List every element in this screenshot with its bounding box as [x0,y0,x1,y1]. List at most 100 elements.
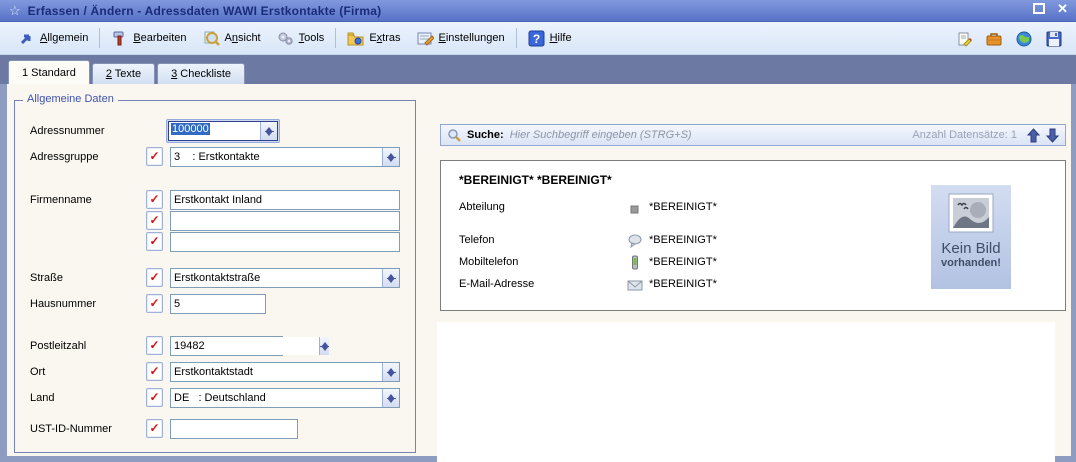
postleitzahl-field [170,336,283,356]
label-abteilung: Abteilung [459,200,505,215]
value-abteilung: *BEREINIGT* [649,200,717,215]
menu-item-hilfe[interactable]: ? Hilfe [520,26,580,50]
menu-item-einstellungen[interactable]: Einstellungen [409,26,513,50]
firmenname-input-3[interactable] [170,232,400,252]
search-label: Suche: [467,129,504,141]
favorite-star-icon[interactable]: ☆ [9,3,21,19]
firmenname-input-2[interactable] [170,211,400,231]
hausnummer-input[interactable] [170,294,266,314]
adressgruppe-spinner[interactable] [382,148,399,166]
hausnummer-check-icon[interactable]: ✓ [146,294,163,313]
adressgruppe-field [170,147,400,167]
folder-icon [347,30,364,47]
label-hausnummer: Hausnummer [30,294,96,314]
label-postleitzahl: Postleitzahl [30,336,86,356]
land-check-icon[interactable]: ✓ [146,388,163,407]
mobile-phone-icon [627,255,643,270]
previous-record-icon[interactable] [1027,128,1040,143]
ustid-input[interactable] [170,419,298,439]
settings-form-icon [417,30,434,47]
ustid-check-icon[interactable]: ✓ [146,419,163,438]
postleitzahl-spinner[interactable] [319,337,329,355]
tab-texte[interactable]: 2 Texte [92,63,155,84]
arrow-up-right-icon [18,30,35,47]
record-count: Anzahl Datensätze: 1 [912,129,1017,141]
firmenname2-check-icon[interactable]: ✓ [146,211,163,230]
svg-text:?: ? [532,32,539,46]
firmenname1-check-icon[interactable]: ✓ [146,190,163,209]
label-telefon: Telefon [459,233,494,248]
briefcase-icon[interactable] [986,31,1002,47]
window-title: Erfassen / Ändern - Adressdaten WAWI Ers… [28,4,382,18]
tab-strip: 1 Standard 2 Texte 3 Checkliste [0,55,1076,84]
adressnummer-input[interactable]: 100000 [169,122,260,140]
window-border-left [0,84,7,462]
postleitzahl-check-icon[interactable]: ✓ [146,336,163,355]
ort-spinner[interactable] [382,363,399,381]
value-mobiltelefon: *BEREINIGT* [649,255,717,270]
adressnummer-field[interactable]: 100000 [166,119,280,143]
strasse-input[interactable] [171,269,382,287]
next-record-icon[interactable] [1046,128,1059,143]
tab-checkliste[interactable]: 3 Checkliste [157,63,245,84]
menu-item-ansicht[interactable]: Ansicht [195,26,269,50]
label-strasse: Straße [30,268,63,288]
window-border-right [1071,84,1076,462]
postleitzahl-input[interactable] [171,337,319,355]
help-icon: ? [528,30,545,47]
menu-separator [516,28,517,48]
gears-icon [277,30,294,47]
land-field [170,388,400,408]
search-input[interactable] [510,129,907,141]
title-bar: ☆ Erfassen / Ändern - Adressdaten WAWI E… [0,0,1076,22]
picture-icon [948,193,994,233]
record-header: *BEREINIGT* *BEREINIGT* [459,173,612,187]
hammer-icon [111,30,128,47]
adressnummer-spinner[interactable] [260,122,277,140]
label-land: Land [30,388,54,408]
app-window: ☆ Erfassen / Ändern - Adressdaten WAWI E… [0,0,1076,462]
firmenname3-check-icon[interactable]: ✓ [146,232,163,251]
label-email: E-Mail-Adresse [459,277,534,292]
adressgruppe-input[interactable] [171,148,382,166]
label-adressnummer: Adressnummer [30,121,105,141]
menu-bar: Allgemein Bearbeiten Ansicht Tools Extra… [0,22,1076,55]
label-mobiltelefon: Mobiltelefon [459,255,518,270]
no-image-text-2: vorhanden! [941,257,1001,269]
menu-item-bearbeiten[interactable]: Bearbeiten [103,26,194,50]
land-input[interactable] [171,389,382,407]
land-spinner[interactable] [382,389,399,407]
record-detail-panel: *BEREINIGT* *BEREINIGT* Abteilung *BEREI… [440,160,1066,311]
globe-icon[interactable] [1016,31,1032,47]
speech-bubble-icon [627,233,643,248]
label-adressgruppe: Adressgruppe [30,147,99,167]
strasse-check-icon[interactable]: ✓ [146,268,163,287]
envelope-icon [627,278,643,293]
menu-item-allgemein[interactable]: Allgemein [10,26,96,50]
no-image-placeholder: Kein Bild vorhanden! [931,185,1011,289]
restore-window-icon[interactable] [1033,3,1045,14]
lower-content-panel [437,322,1055,462]
menu-item-extras[interactable]: Extras [339,26,408,50]
bullet-square-icon [627,202,643,217]
ort-input[interactable] [171,363,382,381]
value-telefon: *BEREINIGT* [649,233,717,248]
no-image-text-1: Kein Bild [941,240,1000,257]
firmenname-input-1[interactable] [170,190,400,210]
tab-standard[interactable]: 1 Standard [8,60,90,84]
menu-separator [99,28,100,48]
close-icon[interactable]: ✕ [1057,3,1068,14]
adressgruppe-check-icon[interactable]: ✓ [146,147,163,166]
strasse-spinner[interactable] [382,269,399,287]
menu-item-tools[interactable]: Tools [269,26,333,50]
magnifier-icon [203,30,220,47]
menu-separator [335,28,336,48]
search-icon [447,128,461,142]
label-firmenname: Firmenname [30,190,92,210]
ort-check-icon[interactable]: ✓ [146,362,163,381]
groupbox-title: Allgemeine Daten [23,93,118,105]
strasse-field [170,268,400,288]
note-edit-icon[interactable] [956,31,972,47]
save-icon[interactable] [1046,31,1062,47]
search-bar[interactable]: Suche: Anzahl Datensätze: 1 [440,124,1066,146]
